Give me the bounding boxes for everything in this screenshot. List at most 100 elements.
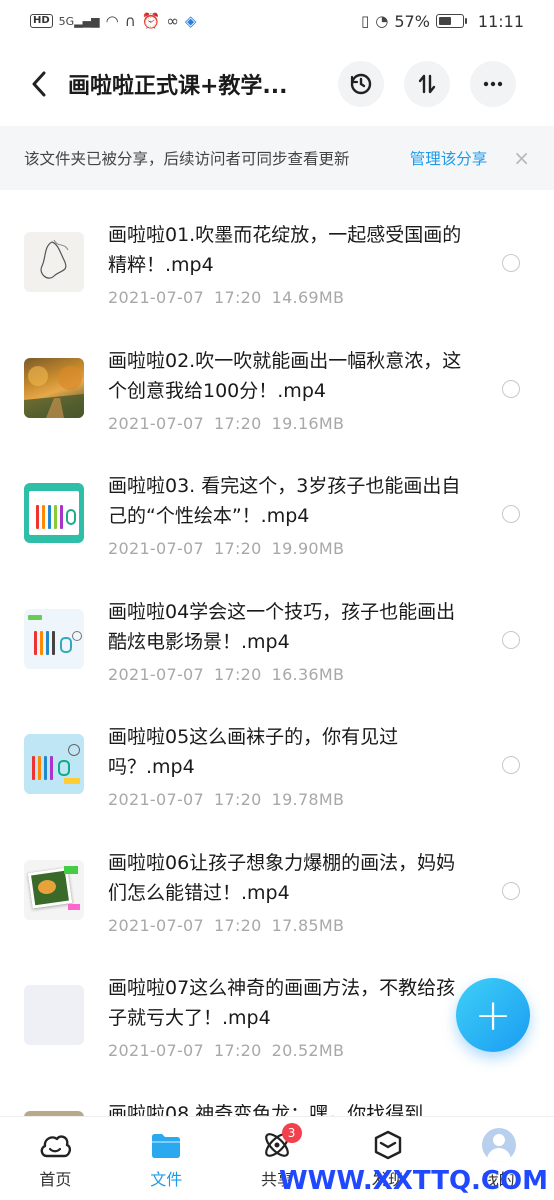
status-right: ▯ ◔ 57% 11:11 [361, 12, 524, 31]
battery-fill [438, 17, 452, 25]
add-button[interactable]: + [456, 978, 530, 1052]
header: 画啦啦正式课+教学... [0, 44, 554, 124]
file-time: 17:20 [213, 915, 262, 935]
nav-label-files: 文件 [150, 1169, 183, 1189]
sort-button[interactable] [404, 61, 450, 107]
page-title: 画啦啦正式课+教学... [68, 74, 288, 99]
video-thumbnail [24, 232, 84, 292]
file-name: 画啦啦04学会这一个技巧，孩子也能画出酷炫电影场景！.mp4 [108, 600, 456, 653]
avatar [481, 1127, 516, 1162]
list-item[interactable]: 画啦啦03. 看完这个，3岁孩子也能画出自己的“个性绘本”！.mp4 2021-… [0, 441, 554, 567]
file-info: 画啦啦05这么画袜子的，你有见过吗？.mp4 2021-07-07 17:20 19… [108, 722, 468, 809]
status-left: HD 5G▂▄▆ ◠ ∩ ⏰ ∞ ◈ [30, 12, 196, 30]
file-name: 画啦啦01.吹墨而花绽放，一起感受国画的精粹！.mp4 [108, 224, 462, 276]
nav-label-home: 首页 [39, 1169, 72, 1189]
manage-share-link[interactable]: 管理该分享 [410, 147, 488, 169]
file-time: 17:20 [213, 664, 262, 684]
headphones-icon: ∩ [124, 12, 136, 30]
back-button[interactable] [24, 64, 54, 104]
file-meta: 2021-07-07 17:20 19.90MB [108, 539, 468, 558]
more-icon [483, 81, 503, 87]
file-meta: 2021-07-07 17:20 19.78MB [108, 790, 468, 809]
file-name: 画啦啦07这么神奇的画画方法，不教给孩子就亏大了！.mp4 [108, 977, 456, 1029]
file-date: 2021-07-07 [108, 664, 204, 684]
file-name: 画啦啦08 神奇变色龙：嘿，你找得到 [108, 1102, 424, 1117]
plus-icon: + [474, 989, 512, 1041]
file-time: 17:20 [213, 1041, 262, 1060]
file-info: 画啦啦07这么神奇的画画方法，不教给孩子就亏大了！.mp4 2021-07-07… [108, 973, 468, 1060]
more-button[interactable] [470, 61, 516, 107]
list-item[interactable]: 画啦啦06让孩子想象力爆棚的画法，妈妈们怎么能错过！.mp4 2021-07-0… [0, 818, 554, 944]
sort-icon [418, 74, 436, 94]
video-thumbnail [24, 985, 84, 1045]
nav-item-home[interactable]: 首页 [0, 1117, 111, 1200]
file-time: 17:20 [213, 790, 262, 809]
select-radio[interactable] [502, 505, 520, 523]
file-name: 画啦啦05这么画袜子的，你有见过吗？.mp4 [108, 726, 399, 778]
video-thumbnail [24, 357, 84, 418]
list-item[interactable]: 画啦啦01.吹墨而花绽放，一起感受国画的精粹！.mp4 2021-07-07 17… [0, 190, 554, 316]
file-list: 画啦啦01.吹墨而花绽放，一起感受国画的精粹！.mp4 2021-07-07 17… [0, 190, 554, 1116]
video-thumbnail [24, 483, 84, 543]
speed-icon: ◔ [375, 12, 389, 30]
select-radio[interactable] [502, 254, 520, 272]
file-meta: 2021-07-07 17:20 20.52MB [108, 1041, 468, 1060]
list-item[interactable]: 画啦啦04学会这一个技巧，孩子也能画出酷炫电影场景！.mp4 2021-07-0… [0, 567, 554, 693]
file-meta: 2021-07-07 17:20 16.36MB [108, 665, 468, 684]
nav-item-files[interactable]: 文件 [111, 1117, 222, 1200]
cloud-icon [38, 1128, 72, 1162]
history-icon [350, 73, 372, 95]
video-thumbnail [24, 734, 84, 794]
file-size: 14.69MB [271, 288, 345, 307]
signal-icon: 5G▂▄▆ [58, 14, 100, 28]
file-name: 画啦啦02.吹一吹就能画出一幅秋意浓，这个创意我给100分！.mp4 [108, 349, 462, 402]
file-info: 画啦啦01.吹墨而花绽放，一起感受国画的精粹！.mp4 2021-07-07 17… [108, 220, 468, 307]
select-radio[interactable] [502, 881, 520, 900]
clock: 11:11 [477, 11, 524, 31]
file-size: 16.36MB [271, 664, 345, 684]
video-thumbnail [24, 859, 84, 920]
file-size: 19.16MB [271, 413, 345, 433]
file-size: 19.90MB [271, 539, 345, 558]
link-icon: ∞ [166, 12, 179, 30]
hd-badge: HD [30, 14, 53, 28]
close-icon[interactable]: × [513, 146, 530, 170]
file-name: 画啦啦06让孩子想象力爆棚的画法，妈妈们怎么能错过！.mp4 [108, 851, 456, 904]
chevron-left-icon [32, 71, 46, 97]
select-radio[interactable] [502, 756, 520, 774]
select-radio[interactable] [502, 379, 520, 398]
alarm-icon: ⏰ [141, 12, 161, 30]
watermark: WWW.XXTTQ.COM [279, 1166, 548, 1196]
status-bar: HD 5G▂▄▆ ◠ ∩ ⏰ ∞ ◈ ▯ ◔ 57% 11:11 [0, 0, 554, 42]
file-date: 2021-07-07 [108, 413, 204, 433]
battery-percent: 57% [394, 11, 430, 31]
file-info: 画啦啦02.吹一吹就能画出一幅秋意浓，这个创意我给100分！.mp4 2021-… [108, 346, 468, 433]
share-banner: 该文件夹已被分享，后续访问者可同步查看更新 管理该分享 × [0, 126, 554, 190]
file-time: 17:20 [213, 288, 262, 307]
share-banner-text: 该文件夹已被分享，后续访问者可同步查看更新 [24, 150, 350, 168]
list-item[interactable]: 画啦啦08 神奇变色龙：嘿，你找得到 [0, 1069, 554, 1117]
file-date: 2021-07-07 [108, 539, 204, 558]
file-info: 画啦啦08 神奇变色龙：嘿，你找得到 [108, 1099, 468, 1117]
battery-icon [435, 14, 467, 28]
list-item[interactable]: 画啦啦05这么画袜子的，你有见过吗？.mp4 2021-07-07 17:20 19… [0, 692, 554, 818]
video-thumbnail [24, 608, 84, 669]
file-info: 画啦啦03. 看完这个，3岁孩子也能画出自己的“个性绘本”！.mp4 2021-… [108, 471, 468, 558]
file-meta: 2021-07-07 17:20 14.69MB [108, 288, 468, 307]
file-meta: 2021-07-07 17:20 19.16MB [108, 414, 468, 433]
file-date: 2021-07-07 [108, 790, 204, 809]
file-date: 2021-07-07 [108, 1041, 204, 1060]
list-item[interactable]: 画啦啦02.吹一吹就能画出一幅秋意浓，这个创意我给100分！.mp4 2021-… [0, 316, 554, 442]
history-button[interactable] [338, 61, 384, 107]
file-info: 画啦啦06让孩子想象力爆棚的画法，妈妈们怎么能错过！.mp4 2021-07-0… [108, 848, 468, 935]
box-icon [371, 1128, 405, 1162]
select-radio[interactable] [502, 630, 520, 649]
file-name: 画啦啦03. 看完这个，3岁孩子也能画出自己的“个性绘本”！.mp4 [108, 475, 461, 527]
file-time: 17:20 [213, 413, 262, 433]
app-icon: ◈ [184, 12, 197, 30]
file-size: 20.52MB [271, 1041, 345, 1060]
wifi-icon: ◠ [105, 12, 119, 30]
file-date: 2021-07-07 [108, 915, 204, 935]
file-info: 画啦啦04学会这一个技巧，孩子也能画出酷炫电影场景！.mp4 2021-07-0… [108, 597, 468, 684]
file-meta: 2021-07-07 17:20 17.85MB [108, 916, 468, 935]
